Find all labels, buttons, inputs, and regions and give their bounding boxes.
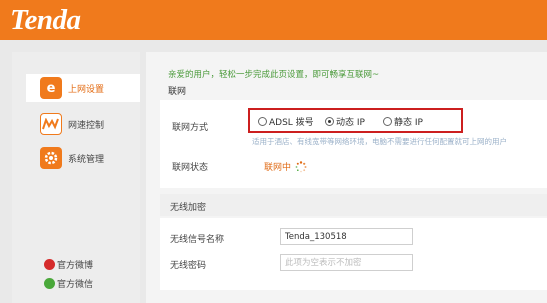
main-content: 亲爱的用户，轻松一步完成此页设置，即可畅享互联网~ 联网 联网方式 ADSL 拨… bbox=[146, 52, 547, 303]
loading-spinner-icon bbox=[295, 160, 307, 172]
official-wechat-link[interactable]: 官方微信 bbox=[44, 277, 93, 290]
section-title-wireless: 无线加密 bbox=[170, 203, 207, 213]
connect-status-text: 联网中 bbox=[264, 163, 292, 173]
sidebar-item-label: 系统管理 bbox=[68, 154, 105, 165]
wechat-icon bbox=[44, 278, 55, 289]
connect-mode-options: ADSL 拨号 动态 IP 静态 IP bbox=[248, 108, 463, 133]
gear-icon bbox=[40, 147, 62, 169]
intro-text: 亲爱的用户，轻松一步完成此页设置，即可畅享互联网~ bbox=[168, 70, 380, 80]
wechat-label: 官方微信 bbox=[57, 280, 94, 290]
radio-static-ip[interactable]: 静态 IP bbox=[383, 115, 423, 128]
sidebar-item-speed-control[interactable]: 网速控制 bbox=[26, 110, 140, 138]
section-title-connect: 联网 bbox=[168, 87, 187, 97]
radio-selected-icon bbox=[325, 117, 334, 126]
radio-circle-icon bbox=[258, 117, 267, 126]
radio-static-ip-label: 静态 IP bbox=[394, 118, 423, 128]
connect-status-label: 联网状态 bbox=[172, 163, 209, 173]
connect-panel: 联网方式 ADSL 拨号 动态 IP 静态 IP 适用于酒店、有线宽带等网络环境… bbox=[160, 100, 547, 188]
speed-wave-icon bbox=[40, 113, 62, 135]
ssid-label: 无线信号名称 bbox=[170, 235, 225, 245]
weibo-label: 官方微博 bbox=[57, 261, 94, 271]
official-weibo-link[interactable]: 官方微博 bbox=[44, 258, 93, 271]
radio-adsl[interactable]: ADSL 拨号 bbox=[258, 115, 314, 128]
sidebar-item-label: 网速控制 bbox=[68, 120, 105, 131]
internet-e-icon: e bbox=[40, 77, 62, 99]
radio-circle-icon bbox=[383, 117, 392, 126]
connect-mode-label: 联网方式 bbox=[172, 123, 209, 133]
wireless-panel: 无线信号名称 无线密码 bbox=[160, 218, 547, 290]
sidebar-item-internet-settings[interactable]: e 上网设置 bbox=[26, 74, 140, 102]
top-header: Tenda bbox=[0, 0, 547, 40]
sidebar-item-label: 上网设置 bbox=[68, 84, 105, 95]
sidebar-item-system-management[interactable]: 系统管理 bbox=[26, 144, 140, 172]
password-label: 无线密码 bbox=[170, 261, 207, 271]
radio-adsl-label: ADSL 拨号 bbox=[269, 118, 314, 128]
weibo-icon bbox=[44, 259, 55, 270]
radio-dynamic-ip-label: 动态 IP bbox=[336, 118, 365, 128]
ssid-input[interactable] bbox=[280, 228, 413, 245]
tenda-logo: Tenda bbox=[10, 4, 81, 36]
connect-hint: 适用于酒店、有线宽带等网络环境，电脑不需要进行任何配置就可上网的用户 bbox=[252, 137, 507, 146]
connect-status-value: 联网中 bbox=[264, 160, 307, 173]
wireless-section-header: 无线加密 bbox=[160, 194, 547, 216]
password-input[interactable] bbox=[280, 254, 413, 271]
radio-dynamic-ip[interactable]: 动态 IP bbox=[325, 115, 365, 128]
